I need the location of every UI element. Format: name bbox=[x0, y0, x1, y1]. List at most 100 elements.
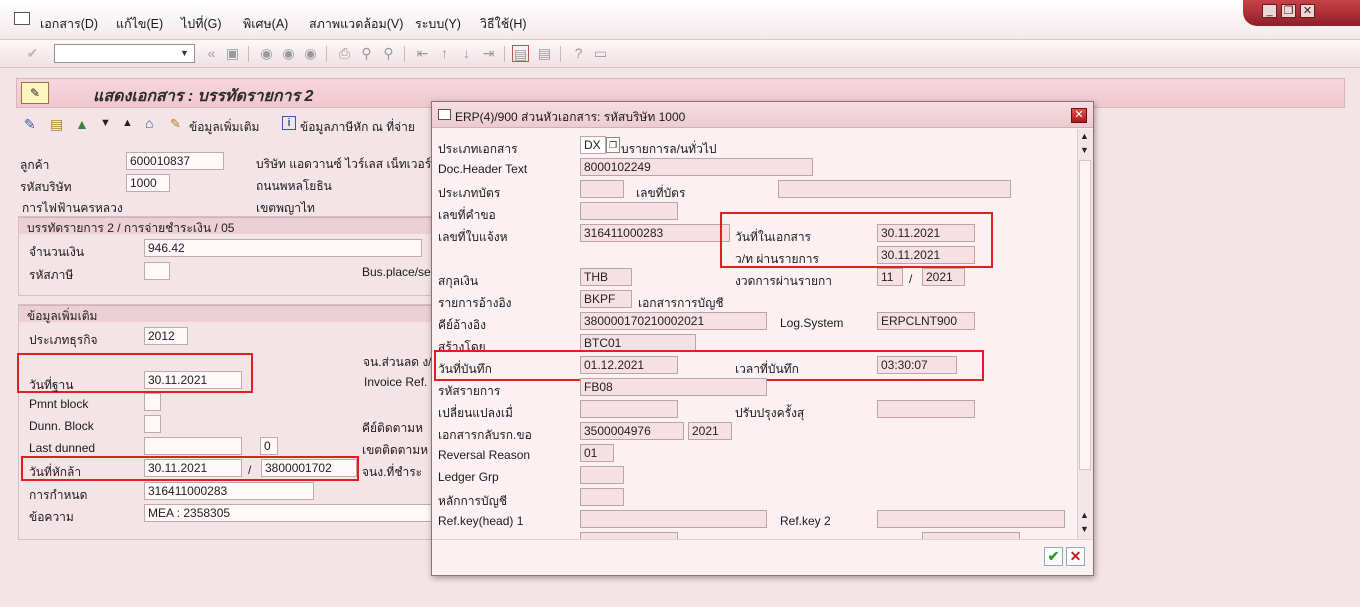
reversal-reason-field[interactable]: 01 bbox=[580, 444, 614, 462]
clearing-date-field[interactable]: 30.11.2021 bbox=[144, 459, 242, 477]
dunning-block-field[interactable] bbox=[144, 415, 161, 433]
posting-date-field[interactable]: 30.11.2021 bbox=[877, 246, 975, 264]
partial-row-field[interactable] bbox=[580, 532, 678, 539]
find-icon[interactable]: ⚲ bbox=[358, 45, 375, 62]
reversed-doc-label: เอกสารกลับรก.ขอ bbox=[438, 428, 532, 442]
document-date-field[interactable]: 30.11.2021 bbox=[877, 224, 975, 242]
info-icon[interactable]: i bbox=[282, 116, 296, 130]
last-dunned-field[interactable] bbox=[144, 437, 242, 455]
ref-key-head1-field[interactable] bbox=[580, 510, 767, 528]
withholding-button[interactable]: ข้อมูลภาษีหัก ณ ที่จ่าย bbox=[300, 118, 415, 137]
cancel-button[interactable]: ✕ bbox=[1066, 547, 1085, 566]
command-dropdown-icon[interactable]: ▼ bbox=[180, 48, 189, 58]
doc-type-help-icon[interactable]: ❐ bbox=[606, 137, 620, 153]
request-no-field[interactable] bbox=[580, 202, 678, 220]
tax-code-field[interactable] bbox=[144, 262, 170, 280]
customer-field[interactable]: 600010837 bbox=[126, 152, 224, 170]
business-type-label: ประเภทธุรกิจ bbox=[29, 333, 98, 347]
first-page-icon[interactable]: ⇤ bbox=[414, 45, 431, 62]
card-no-field[interactable] bbox=[778, 180, 1011, 198]
card-type-field[interactable] bbox=[580, 180, 624, 198]
last-update-field[interactable] bbox=[877, 400, 975, 418]
changed-on-field[interactable] bbox=[580, 400, 678, 418]
text-field[interactable]: MEA : 2358305 bbox=[144, 504, 434, 522]
next-page-icon[interactable]: ↓ bbox=[458, 45, 475, 62]
clearing-doc-field[interactable]: 3800001702 bbox=[261, 459, 357, 477]
log-system-field[interactable]: ERPCLNT900 bbox=[877, 312, 975, 330]
fiscal-year-field[interactable]: 2021 bbox=[922, 268, 965, 286]
reversed-year-field[interactable]: 2021 bbox=[688, 422, 732, 440]
entry-time-field[interactable]: 03:30:07 bbox=[877, 356, 957, 374]
next-item-icon[interactable]: ▼ bbox=[100, 117, 111, 129]
entry-date-field[interactable]: 01.12.2021 bbox=[580, 356, 678, 374]
ref-key2-field[interactable] bbox=[877, 510, 1065, 528]
scroll-up-icon[interactable]: ▼ bbox=[1080, 145, 1089, 155]
dunning-level-field[interactable]: 0 bbox=[260, 437, 278, 455]
back-icon[interactable]: « bbox=[203, 45, 220, 62]
reversed-doc-field[interactable]: 3500004976 bbox=[580, 422, 684, 440]
document-overview-icon[interactable]: ▤ bbox=[50, 116, 63, 133]
accounting-principle-label: หลักการบัญชี bbox=[438, 494, 507, 508]
display-change-icon[interactable]: ✎ bbox=[24, 116, 36, 133]
minimize-button[interactable]: _ bbox=[1262, 4, 1277, 18]
ledger-group-field[interactable] bbox=[580, 466, 624, 484]
command-field[interactable] bbox=[54, 44, 195, 63]
reference-key-field[interactable]: 380000170210002021 bbox=[580, 312, 767, 330]
hat-icon[interactable]: ⌂ bbox=[145, 115, 153, 131]
menu-extras[interactable]: พิเศษ(A) bbox=[243, 14, 288, 34]
restore-button[interactable]: ❐ bbox=[1281, 4, 1296, 18]
more-data-icon[interactable]: ✎ bbox=[170, 116, 181, 132]
tcode-field[interactable]: FB08 bbox=[580, 378, 767, 396]
close-button[interactable]: ✕ bbox=[1300, 4, 1315, 18]
exit-icon[interactable]: ◉ bbox=[280, 45, 297, 62]
separator bbox=[404, 46, 405, 62]
scroll-up-top-icon[interactable]: ▲ bbox=[1080, 131, 1089, 141]
mountain-icon[interactable]: ▲ bbox=[75, 116, 89, 132]
invoice-no-field[interactable]: 316411000283 bbox=[580, 224, 730, 242]
menu-environment[interactable]: สภาพแวดล้อม(V) bbox=[309, 14, 403, 34]
menu-system[interactable]: ระบบ(Y) bbox=[415, 14, 461, 34]
payment-block-field[interactable] bbox=[144, 393, 161, 411]
dialog-close-button[interactable]: ✕ bbox=[1071, 108, 1087, 123]
currency-label: สกุลเงิน bbox=[438, 274, 479, 288]
more-data-button[interactable]: ข้อมูลเพิ่มเติม bbox=[189, 118, 259, 137]
business-type-field[interactable]: 2012 bbox=[144, 327, 188, 345]
new-session-icon[interactable]: ▤ bbox=[512, 45, 529, 62]
reversal-reason-label: Reversal Reason bbox=[438, 448, 531, 462]
print-icon[interactable]: ⎙ bbox=[336, 45, 353, 62]
back-nav-icon[interactable]: ◉ bbox=[258, 45, 275, 62]
confirm-button[interactable]: ✔ bbox=[1044, 547, 1063, 566]
ref-transaction-field[interactable]: BKPF bbox=[580, 290, 632, 308]
scroll-down-bottom-icon[interactable]: ▼ bbox=[1080, 524, 1089, 534]
partial-row-field-right[interactable] bbox=[922, 532, 1020, 539]
amount-field[interactable]: 946.42 bbox=[144, 239, 422, 257]
prev-item-icon[interactable]: ▲ bbox=[122, 117, 133, 129]
company-code-field[interactable]: 1000 bbox=[126, 174, 170, 192]
prev-page-icon[interactable]: ↑ bbox=[436, 45, 453, 62]
period-field[interactable]: 11 bbox=[877, 268, 903, 286]
accounting-principle-field[interactable] bbox=[580, 488, 624, 506]
shortcut-icon[interactable]: ▤ bbox=[536, 45, 553, 62]
menu-icon[interactable] bbox=[14, 12, 30, 25]
enter-icon[interactable]: ✔ bbox=[24, 45, 41, 62]
menu-edit[interactable]: แก้ไข(E) bbox=[116, 14, 163, 34]
help-icon[interactable]: ? bbox=[570, 45, 587, 62]
scroll-down-icon[interactable]: ▲ bbox=[1080, 510, 1089, 520]
menu-goto[interactable]: ไปที่(G) bbox=[181, 14, 222, 34]
last-update-label: ปรับปรุงครั้งสุ bbox=[735, 406, 805, 420]
find-next-icon[interactable]: ⚲ bbox=[380, 45, 397, 62]
menu-document[interactable]: เอกสาร(D) bbox=[40, 14, 98, 34]
menu-help[interactable]: วิธีใช้(H) bbox=[480, 14, 527, 34]
cancel-icon[interactable]: ◉ bbox=[302, 45, 319, 62]
header-text-field[interactable]: 8000102249 bbox=[580, 158, 813, 176]
save-icon[interactable]: ▣ bbox=[224, 45, 241, 62]
dialog-title: ERP(4)/900 ส่วนหัวเอกสาร: รหัสบริษัท 100… bbox=[455, 110, 686, 124]
assignment-field[interactable]: 316411000283 bbox=[144, 482, 314, 500]
currency-field[interactable]: THB bbox=[580, 268, 632, 286]
scroll-thumb[interactable] bbox=[1079, 160, 1091, 470]
last-page-icon[interactable]: ⇥ bbox=[480, 45, 497, 62]
layout-icon[interactable]: ▭ bbox=[592, 45, 609, 62]
base-date-field[interactable]: 30.11.2021 bbox=[144, 371, 242, 389]
ref-key-head1-label: Ref.key(head) 1 bbox=[438, 514, 524, 528]
doc-type-field[interactable]: DX bbox=[580, 136, 606, 154]
